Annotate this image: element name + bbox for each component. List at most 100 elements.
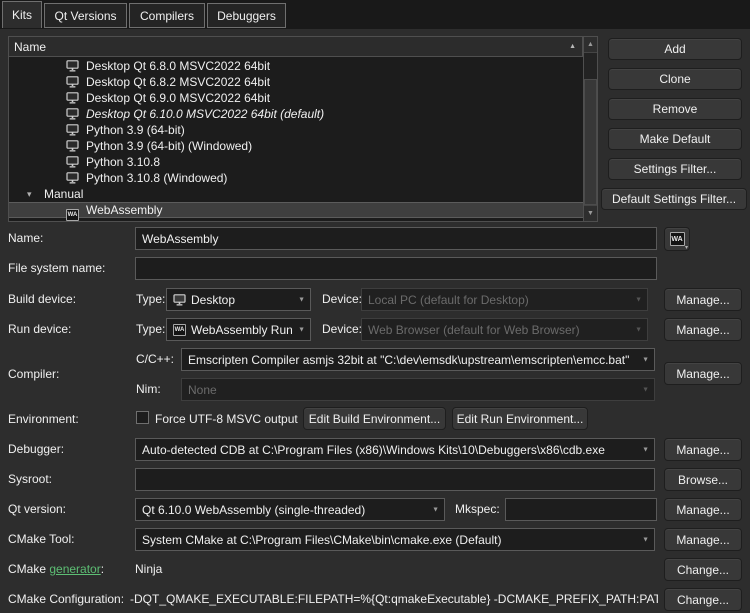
kit-list-item[interactable]: Python 3.10.8 (Windowed)	[9, 170, 583, 186]
button-label: Settings Filter...	[634, 162, 717, 176]
force-utf8-checkbox[interactable]	[136, 411, 149, 424]
cmake-tool-combo[interactable]: System CMake at C:\Program Files\CMake\b…	[135, 528, 655, 551]
build-device-manage-button[interactable]: Manage...	[664, 288, 742, 311]
desktop-icon	[66, 140, 79, 152]
edit-build-environment-button[interactable]: Edit Build Environment...	[303, 407, 446, 430]
chevron-down-icon: ▼	[642, 446, 649, 453]
desktop-icon	[173, 294, 186, 306]
desktop-icon	[66, 92, 79, 104]
kit-list-item[interactable]: Python 3.9 (64-bit)	[9, 122, 583, 138]
sysroot-browse-button[interactable]: Browse...	[664, 468, 742, 491]
tab-label: Qt Versions	[54, 9, 116, 23]
tab-bar: Kits Qt Versions Compilers Debuggers	[0, 0, 750, 29]
run-device-type-combo[interactable]: WA WebAssembly Runtime ▼	[166, 318, 311, 341]
scroll-down-icon[interactable]: ▼	[584, 205, 597, 221]
tab-label: Compilers	[140, 9, 194, 23]
desktop-icon	[66, 124, 79, 136]
tab-label: Debuggers	[217, 9, 276, 23]
button-label: Manage...	[676, 533, 729, 547]
kit-list-item[interactable]: Desktop Qt 6.10.0 MSVC2022 64bit (defaul…	[9, 106, 583, 122]
tab-kits[interactable]: Kits	[2, 1, 42, 28]
button-label: Change...	[677, 593, 729, 607]
run-device-type-value: WebAssembly Runtime	[191, 323, 292, 337]
edit-run-environment-button[interactable]: Edit Run Environment...	[452, 407, 588, 430]
chevron-down-icon: ▼	[635, 326, 642, 333]
run-device-label: Run device:	[8, 322, 71, 337]
build-device-type-combo[interactable]: Desktop ▼	[166, 288, 311, 311]
debugger-manage-button[interactable]: Manage...	[664, 438, 742, 461]
kit-list-item[interactable]: ▾Manual	[9, 186, 583, 202]
button-label: Change...	[677, 563, 729, 577]
kit-label: Python 3.9 (64-bit)	[86, 122, 185, 138]
remove-button[interactable]: Remove	[608, 98, 742, 120]
kit-icon-button[interactable]: WA ▾	[664, 227, 690, 251]
settings-filter-button[interactable]: Settings Filter...	[608, 158, 742, 180]
force-utf8-label[interactable]: Force UTF-8 MSVC output	[155, 412, 298, 427]
cmake-configuration-change-button[interactable]: Change...	[664, 588, 742, 611]
make-default-button[interactable]: Make Default	[608, 128, 742, 150]
kit-list-item[interactable]: Desktop Qt 6.8.2 MSVC2022 64bit	[9, 74, 583, 90]
cmake-configuration-value: -DQT_QMAKE_EXECUTABLE:FILEPATH=%{Qt:qmak…	[130, 592, 658, 607]
button-label: Manage...	[676, 367, 729, 381]
build-device-device-label: Device:	[322, 292, 362, 307]
kit-list-item[interactable]: Desktop Qt 6.8.0 MSVC2022 64bit	[9, 58, 583, 74]
kit-list-item[interactable]: Python 3.10.8	[9, 154, 583, 170]
button-label: Browse...	[678, 473, 728, 487]
button-label: Edit Run Environment...	[457, 412, 584, 426]
add-button[interactable]: Add	[608, 38, 742, 60]
desktop-icon	[66, 156, 79, 168]
qt-version-label: Qt version:	[8, 502, 66, 517]
sort-ascending-icon: ▲	[569, 43, 576, 51]
mkspec-input[interactable]	[505, 498, 657, 521]
button-label: Add	[664, 42, 685, 56]
button-label: Manage...	[676, 323, 729, 337]
tab-qt-versions[interactable]: Qt Versions	[44, 3, 127, 28]
chevron-down-icon: ▼	[642, 356, 649, 363]
scrollbar-thumb[interactable]	[584, 79, 597, 205]
run-device-manage-button[interactable]: Manage...	[664, 318, 742, 341]
cmake-tool-manage-button[interactable]: Manage...	[664, 528, 742, 551]
generator-link[interactable]: generator	[49, 562, 100, 576]
qt-version-combo[interactable]: Qt 6.10.0 WebAssembly (single-threaded) …	[135, 498, 445, 521]
kit-list-item[interactable]: Python 3.9 (64-bit) (Windowed)	[9, 138, 583, 154]
tab-debuggers[interactable]: Debuggers	[207, 3, 286, 28]
sysroot-label: Sysroot:	[8, 472, 52, 487]
desktop-icon	[66, 60, 79, 72]
kit-list-header[interactable]: Name ▲	[9, 37, 583, 57]
compiler-label: Compiler:	[8, 367, 59, 382]
qt-version-manage-button[interactable]: Manage...	[664, 498, 742, 521]
cmake-configuration-label: CMake Configuration:	[8, 592, 124, 607]
build-device-type-value: Desktop	[191, 293, 235, 307]
kit-label: Desktop Qt 6.9.0 MSVC2022 64bit	[86, 90, 270, 106]
kit-list: Name ▲ Desktop Qt 6.8.0 MSVC2022 64bitDe…	[8, 36, 598, 222]
scroll-up-icon[interactable]: ▲	[584, 37, 597, 53]
kit-list-item[interactable]: WAWebAssembly	[9, 202, 583, 218]
mkspec-label: Mkspec:	[455, 502, 500, 517]
cmake-generator-change-button[interactable]: Change...	[664, 558, 742, 581]
desktop-icon	[66, 108, 79, 120]
name-input[interactable]: WebAssembly	[135, 227, 657, 250]
button-label: Make Default	[640, 132, 711, 146]
sysroot-input[interactable]	[135, 468, 655, 491]
tab-compilers[interactable]: Compilers	[129, 3, 205, 28]
kit-label: Python 3.10.8	[86, 154, 160, 170]
cmake-generator-value: Ninja	[135, 562, 655, 577]
kit-label: Python 3.10.8 (Windowed)	[86, 170, 227, 186]
kit-list-item[interactable]: Desktop Qt 6.9.0 MSVC2022 64bit	[9, 90, 583, 106]
chevron-down-icon: ▼	[298, 296, 305, 303]
debugger-label: Debugger:	[8, 442, 64, 457]
name-label: Name:	[8, 231, 43, 246]
debugger-combo[interactable]: Auto-detected CDB at C:\Program Files (x…	[135, 438, 655, 461]
desktop-icon	[66, 172, 79, 184]
button-label: Manage...	[676, 293, 729, 307]
wasm-icon: WA	[670, 232, 685, 246]
expand-arrow-icon[interactable]: ▾	[27, 186, 32, 202]
file-system-name-input[interactable]	[135, 257, 657, 280]
default-settings-filter-button[interactable]: Default Settings Filter...	[601, 188, 747, 210]
kit-label: Desktop Qt 6.8.0 MSVC2022 64bit	[86, 58, 270, 74]
compiler-manage-button[interactable]: Manage...	[664, 362, 742, 385]
vertical-scrollbar[interactable]: ▲ ▼	[583, 37, 597, 221]
clone-button[interactable]: Clone	[608, 68, 742, 90]
compiler-cxx-value: Emscripten Compiler asmjs 32bit at "C:\d…	[188, 353, 629, 367]
compiler-cxx-combo[interactable]: Emscripten Compiler asmjs 32bit at "C:\d…	[181, 348, 655, 371]
